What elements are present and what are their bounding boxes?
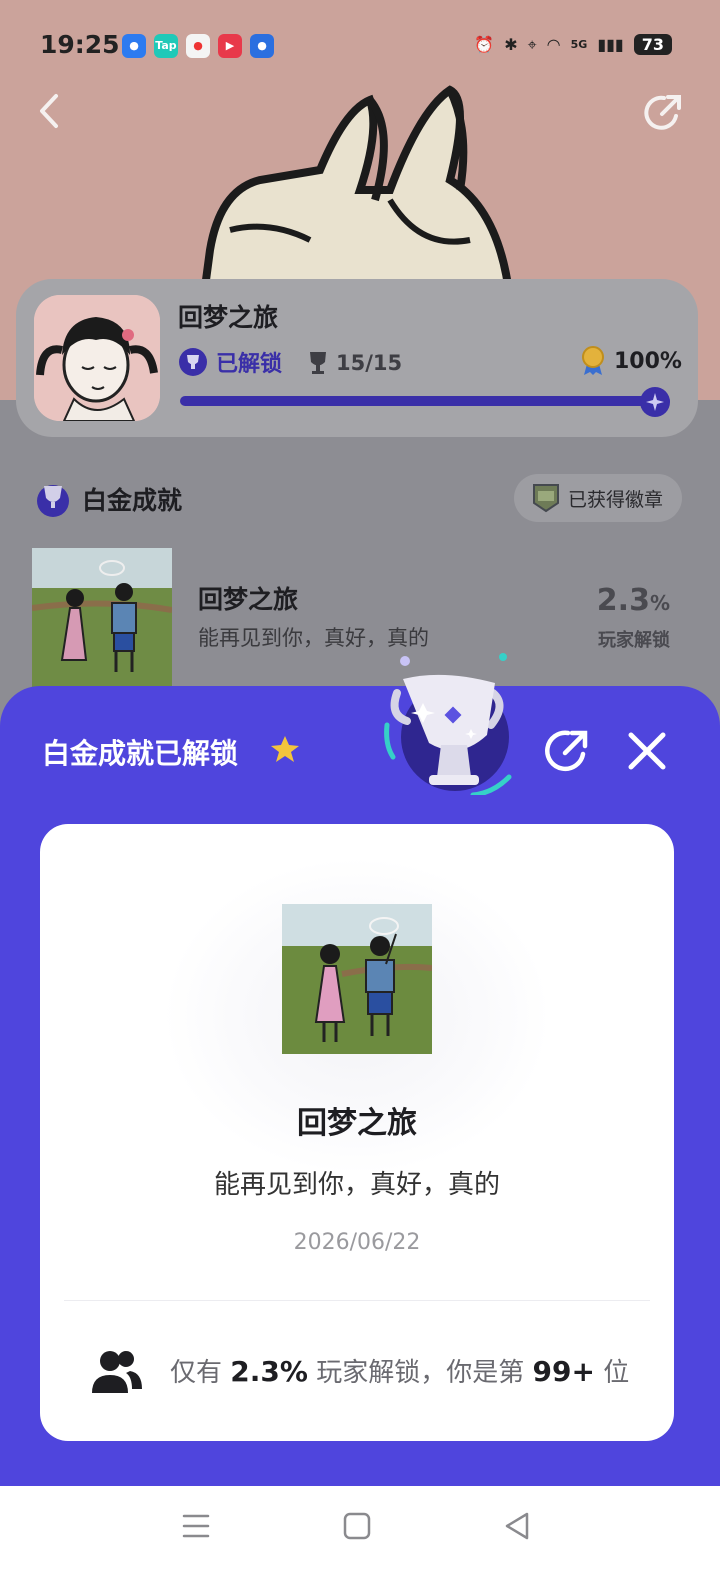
section-title: 白金成就 — [82, 486, 183, 515]
close-icon — [628, 732, 666, 770]
rank-value: 99+ — [532, 1355, 595, 1388]
achievement-thumbnail — [32, 548, 172, 688]
rank-rate: 2.3% — [230, 1355, 308, 1388]
achievement-title: 回梦之旅 — [198, 585, 299, 614]
completion-value: 100% — [614, 348, 682, 374]
menu-icon — [182, 1514, 210, 1538]
achievement-rate-label: 玩家解锁 — [598, 630, 670, 651]
status-time: 19:25 — [40, 30, 120, 59]
bluetooth-icon: ✱ — [504, 35, 518, 54]
completion-progress-bar — [180, 396, 670, 406]
app-notification-icon: ● — [250, 34, 274, 58]
share-icon — [545, 730, 588, 772]
share-icon — [644, 95, 681, 130]
completion-percent: 100% — [580, 346, 682, 376]
card-description: 能再见到你，真好，真的 — [213, 1170, 500, 1200]
trophy-count-value: 15/15 — [336, 351, 403, 375]
back-button[interactable] — [30, 88, 70, 134]
wifi-icon: ◠ — [546, 35, 561, 54]
taptap-icon: Tap — [154, 34, 178, 58]
achievement-unlock-rate: 2.3% — [560, 583, 670, 618]
divider — [64, 1300, 650, 1301]
trophy-icon — [384, 653, 512, 795]
platinum-trophy-icon — [37, 485, 69, 517]
trophy-count: 15/15 — [308, 350, 402, 376]
card-title: 回梦之旅 — [297, 1106, 417, 1141]
location-icon: ⌖ — [527, 34, 537, 54]
users-icon — [92, 1351, 142, 1393]
sheet-share-button[interactable] — [542, 726, 592, 776]
rank-statement: 仅有 2.3% 玩家解锁，你是第 99+ 位 — [170, 1352, 629, 1389]
close-button[interactable] — [622, 726, 672, 776]
battery-indicator: 73 — [633, 34, 672, 55]
section-header: 白金成就 — [34, 480, 182, 518]
status-indicators: ⏰ ✱ ⌖ ◠ 5G ▮▮▮ 73 — [474, 34, 672, 55]
badge-icon — [533, 484, 559, 513]
home-icon — [343, 1512, 371, 1540]
rank-middle: 玩家解锁，你是第 — [316, 1358, 525, 1388]
cup-icon — [310, 352, 326, 374]
menu-button[interactable] — [176, 1508, 216, 1544]
signal-icon: ▮▮▮ — [597, 35, 624, 54]
back-nav-button[interactable] — [497, 1508, 537, 1544]
rate-value: 2.3 — [596, 583, 650, 618]
app-notification-icon: ● — [122, 34, 146, 58]
badge-chip-label: 已获得徽章 — [568, 488, 664, 511]
unlocked-label: 已解锁 — [216, 352, 283, 377]
network-type: 5G — [570, 38, 588, 51]
status-bar: 19:25 ● Tap ● ▶ ● ⏰ ✱ ⌖ ◠ 5G ▮▮▮ 73 — [0, 0, 720, 96]
share-button[interactable] — [640, 90, 686, 136]
rank-suffix: 位 — [603, 1358, 630, 1388]
trophy-icon — [179, 348, 207, 376]
unlock-date: 2026/06/22 — [293, 1230, 421, 1255]
game-avatar — [34, 295, 160, 421]
sheet-title: 白金成就已解锁 — [42, 737, 239, 770]
rate-unit: % — [649, 591, 670, 615]
triangle-back-icon — [505, 1512, 529, 1540]
achievement-image — [282, 904, 432, 1054]
video-app-icon: ▶ — [218, 34, 242, 58]
rank-prefix: 仅有 — [170, 1358, 223, 1388]
alarm-icon: ⏰ — [474, 35, 495, 54]
app-notification-icon: ● — [186, 34, 210, 58]
badge-chip[interactable]: 已获得徽章 — [514, 474, 682, 522]
unlock-status: 已解锁 — [178, 346, 282, 378]
progress-knob — [640, 387, 670, 417]
star-icon — [271, 736, 299, 762]
medal-icon — [582, 346, 604, 375]
chevron-left-icon — [40, 94, 58, 128]
game-title: 回梦之旅 — [178, 303, 279, 332]
home-button[interactable] — [337, 1508, 377, 1544]
